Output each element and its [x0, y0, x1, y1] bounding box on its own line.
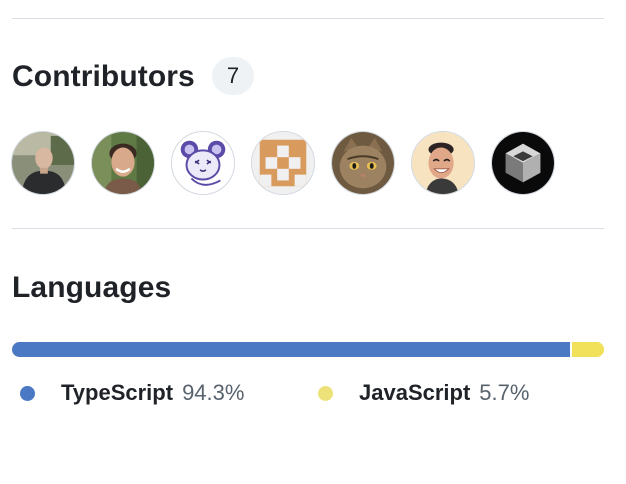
cube-logo-avatar-icon [492, 132, 554, 194]
contributor-avatar-4[interactable] [251, 131, 315, 195]
contributors-heading[interactable]: Contributors [12, 59, 195, 95]
person-photo-avatar-icon [92, 132, 154, 194]
mouse-cartoon-avatar-icon [172, 132, 234, 194]
contributor-avatar-2[interactable] [91, 131, 155, 195]
languages-heading: Languages [12, 271, 172, 304]
section-divider [12, 228, 604, 229]
language-name: JavaScript [359, 380, 471, 405]
javascript-color-dot-icon [318, 385, 333, 401]
typescript-bar-segment[interactable] [12, 342, 571, 357]
repo-sidebar: Contributors 7 Languages TypeScript 94.3… [0, 0, 626, 484]
contributors-count-badge: 7 [212, 57, 254, 95]
languages-progress-bar [12, 342, 604, 357]
typescript-color-dot-icon [20, 385, 35, 401]
language-item-javascript[interactable]: JavaScript 5.7% [318, 378, 529, 408]
cartoon-face-avatar-icon [412, 132, 474, 194]
contributor-avatar-5[interactable] [331, 131, 395, 195]
contributor-avatar-1[interactable] [11, 131, 75, 195]
contributor-avatar-7[interactable] [491, 131, 555, 195]
section-divider [12, 18, 604, 19]
contributor-avatar-3[interactable] [171, 131, 235, 195]
identicon-avatar-icon [252, 132, 314, 194]
language-item-typescript[interactable]: TypeScript 94.3% [20, 378, 244, 408]
language-name: TypeScript [61, 380, 174, 405]
javascript-bar-segment[interactable] [572, 342, 604, 357]
language-percent: 5.7% [479, 380, 530, 405]
language-percent: 94.3% [182, 380, 245, 405]
cat-photo-avatar-icon [332, 132, 394, 194]
contributor-avatar-6[interactable] [411, 131, 475, 195]
person-photo-avatar-icon [12, 132, 74, 194]
